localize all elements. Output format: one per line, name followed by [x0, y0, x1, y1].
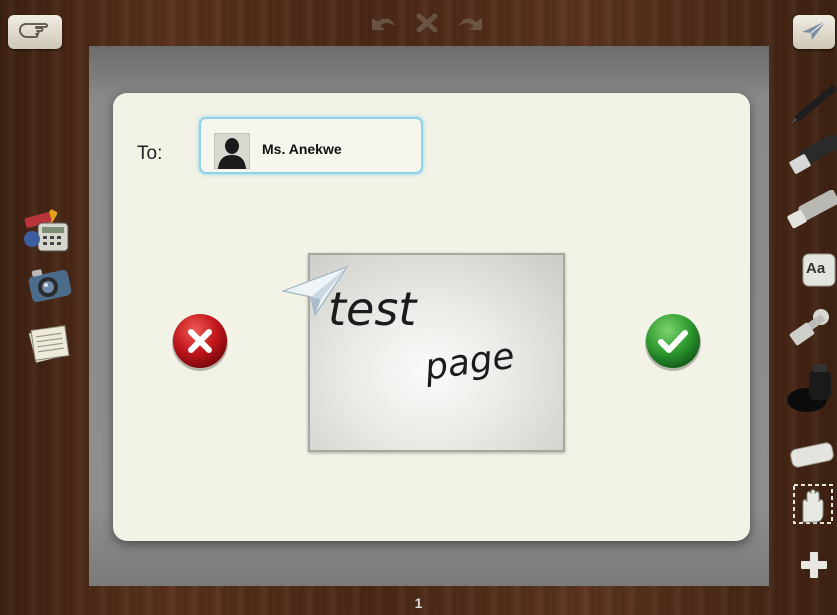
calculator-tools-icon: [24, 209, 69, 252]
clear-icon: [416, 13, 438, 33]
close-x-icon: [172, 314, 228, 371]
camera-icon: [28, 269, 72, 302]
text-tool[interactable]: Aa: [801, 252, 837, 295]
paper-plane-icon: [280, 265, 349, 317]
undo-button[interactable]: [368, 12, 398, 34]
redo-button[interactable]: [456, 12, 486, 34]
eraser-tool[interactable]: [787, 438, 837, 477]
checkmark-icon: [645, 314, 701, 371]
send-dialog: To: Ms. Anekwe test page: [113, 93, 750, 541]
ink-tool[interactable]: [783, 362, 837, 423]
preview-line-2: page: [421, 336, 517, 389]
undo-icon: [372, 18, 395, 30]
marker-tool[interactable]: [787, 133, 837, 186]
highlighter-icon: [787, 189, 837, 229]
notepad-button[interactable]: [26, 321, 74, 370]
page-number: 1: [414, 595, 423, 611]
stamp-icon: [789, 309, 829, 346]
pointer-hand-icon: [17, 19, 53, 46]
tools-button[interactable]: [22, 205, 76, 260]
avatar: [213, 132, 251, 170]
pen-tool[interactable]: [787, 80, 837, 135]
ink-bottle-icon: [787, 364, 831, 412]
recipient-field[interactable]: Ms. Anekwe: [199, 117, 423, 174]
pen-icon: [791, 84, 837, 124]
paper-plane-graphic: [280, 265, 353, 317]
highlighter-tool[interactable]: [787, 189, 837, 239]
to-label: To:: [137, 143, 163, 164]
notepad-icon: [28, 325, 70, 363]
send-paper-plane-icon: [800, 18, 828, 47]
send-button[interactable]: [793, 15, 835, 49]
hand-select-icon: [793, 484, 833, 524]
top-toolbar: [0, 0, 837, 49]
redo-icon: [459, 18, 482, 30]
eraser-icon: [790, 442, 834, 468]
person-silhouette-icon: [213, 132, 251, 170]
hand-select-tool[interactable]: [791, 482, 835, 531]
add-page-icon: [801, 552, 827, 578]
clear-button[interactable]: [415, 12, 439, 34]
add-page-button[interactable]: [799, 550, 829, 585]
stamp-tool[interactable]: [789, 305, 837, 352]
confirm-send-button[interactable]: [642, 312, 705, 372]
text-tool-label: Aa: [806, 260, 826, 277]
camera-button[interactable]: [24, 263, 74, 310]
pointer-button[interactable]: [8, 15, 62, 49]
marker-icon: [789, 133, 837, 174]
recipient-name: Ms. Anekwe: [262, 141, 342, 157]
history-controls: [368, 10, 486, 36]
cancel-send-button[interactable]: [170, 312, 230, 372]
